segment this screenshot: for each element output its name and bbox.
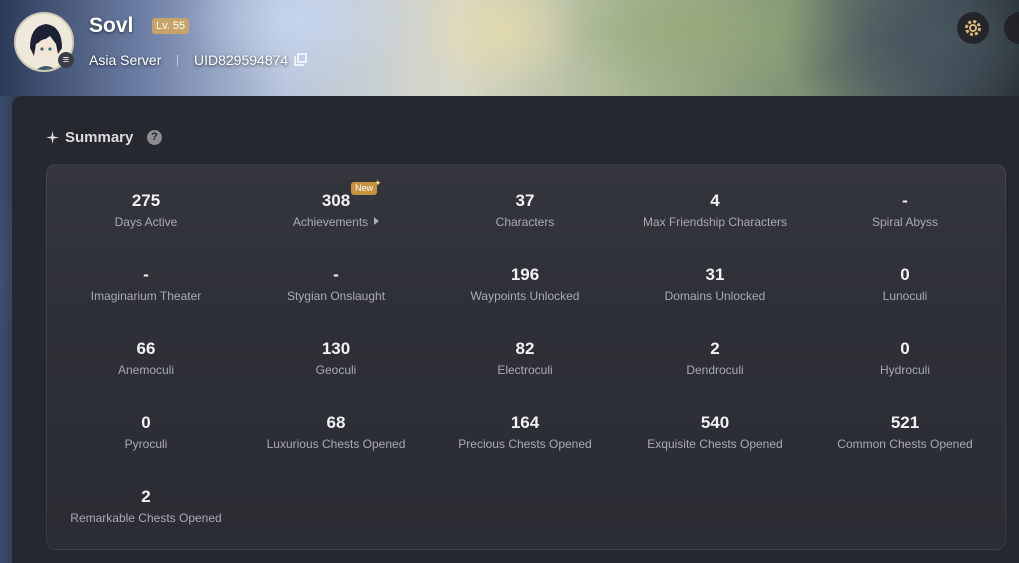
- copy-icon[interactable]: [294, 53, 307, 66]
- achievements-label: Achievements: [292, 215, 369, 229]
- stat-label: Remarkable Chests Opened: [70, 511, 222, 525]
- stat-label: Max Friendship Characters: [642, 215, 788, 229]
- avatar-edit-icon[interactable]: ≡: [58, 52, 74, 68]
- stat-days-active: 275 Days Active: [51, 190, 241, 229]
- stat-value: 0: [141, 413, 151, 432]
- stat-value: 68: [326, 413, 346, 432]
- stat-value: 130: [321, 339, 351, 358]
- stat-label: Dendroculi: [686, 363, 744, 377]
- stat-label: Geoculi: [315, 363, 357, 377]
- stat-spiral-abyss: - Spiral Abyss: [810, 190, 1000, 229]
- stat-waypoints-unlocked: 196 Waypoints Unlocked: [430, 264, 620, 303]
- stat-label: Achievements: [241, 215, 431, 229]
- stat-label: Electroculi: [497, 363, 553, 377]
- stat-value: -: [143, 265, 149, 284]
- stat-label: Precious Chests Opened: [458, 437, 592, 451]
- stat-imaginarium-theater: - Imaginarium Theater: [51, 264, 241, 303]
- stat-value: 4: [710, 191, 720, 210]
- stat-exquisite-chests: 540 Exquisite Chests Opened: [620, 412, 810, 451]
- gear-icon: [965, 20, 981, 36]
- stat-label: Hydroculi: [879, 363, 930, 377]
- stat-domains-unlocked: 31 Domains Unlocked: [620, 264, 810, 303]
- stat-label: Stygian Onslaught: [286, 289, 386, 303]
- stat-value: -: [333, 265, 339, 284]
- stat-value: 521: [890, 413, 920, 432]
- settings-button[interactable]: [957, 12, 989, 44]
- stat-label: Spiral Abyss: [871, 215, 939, 229]
- help-icon[interactable]: ?: [147, 130, 162, 145]
- stat-value: 0: [900, 339, 910, 358]
- stat-value: 308: [321, 191, 351, 210]
- stat-value: 196: [510, 265, 540, 284]
- stat-electroculi: 82 Electroculi: [430, 338, 620, 377]
- stat-label: Luxurious Chests Opened: [266, 437, 406, 451]
- stat-value: 37: [515, 191, 535, 210]
- stat-value: 0: [900, 265, 910, 284]
- summary-title: Summary: [65, 129, 133, 146]
- stat-stygian-onslaught: - Stygian Onslaught: [241, 264, 431, 303]
- stat-value: -: [902, 191, 908, 210]
- stat-achievements[interactable]: 308 Achievements: [241, 190, 431, 229]
- stat-label: Domains Unlocked: [664, 289, 766, 303]
- stat-max-friendship: 4 Max Friendship Characters: [620, 190, 810, 229]
- stat-value: 66: [136, 339, 156, 358]
- stat-geoculi: 130 Geoculi: [241, 338, 431, 377]
- stat-common-chests: 521 Common Chests Opened: [810, 412, 1000, 451]
- stat-remarkable-chests: 2 Remarkable Chests Opened: [51, 486, 241, 525]
- sparkle-icon: ✦: [374, 178, 382, 188]
- stat-label: Characters: [495, 215, 555, 229]
- stat-value: 275: [131, 191, 161, 210]
- summary-title-text: Summary: [65, 129, 134, 146]
- stat-hydroculi: 0 Hydroculi: [810, 338, 1000, 377]
- divider: [177, 55, 178, 66]
- uid-text: UID829594874: [194, 52, 289, 68]
- sparkle-icon: [46, 131, 59, 144]
- stat-value: 31: [705, 265, 725, 284]
- stat-label: Common Chests Opened: [837, 437, 973, 451]
- stat-anemoculi: 66 Anemoculi: [51, 338, 241, 377]
- stat-precious-chests: 164 Precious Chests Opened: [430, 412, 620, 451]
- stat-label: Imaginarium Theater: [90, 289, 202, 303]
- stat-value: 2: [710, 339, 720, 358]
- server-name: Asia Server: [89, 52, 162, 68]
- stat-lunoculi: 0 Lunoculi: [810, 264, 1000, 303]
- stat-luxurious-chests: 68 Luxurious Chests Opened: [241, 412, 431, 451]
- stat-label: Pyroculi: [124, 437, 168, 451]
- stat-value: 540: [700, 413, 730, 432]
- stat-label: Exquisite Chests Opened: [647, 437, 783, 451]
- stat-label: Lunoculi: [882, 289, 928, 303]
- stat-label: Anemoculi: [117, 363, 175, 377]
- stat-label: Days Active: [114, 215, 178, 229]
- stat-dendroculi: 2 Dendroculi: [620, 338, 810, 377]
- stat-value: 164: [510, 413, 540, 432]
- stat-value: 2: [141, 487, 151, 506]
- player-name: Sovl: [89, 14, 134, 37]
- chevron-right-icon: [374, 217, 380, 225]
- stat-value: 82: [515, 339, 535, 358]
- stat-label: Waypoints Unlocked: [470, 289, 580, 303]
- level-badge: Lv. 55: [152, 18, 190, 34]
- stat-characters: 37 Characters: [430, 190, 620, 229]
- stat-pyroculi: 0 Pyroculi: [51, 412, 241, 451]
